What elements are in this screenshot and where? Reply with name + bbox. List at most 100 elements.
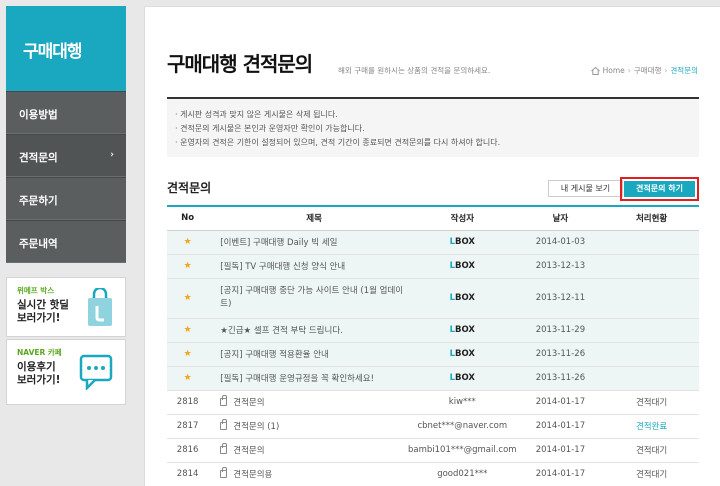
row-status (604, 366, 699, 391)
row-subject[interactable]: 견적문의 (208, 390, 408, 415)
row-status (604, 318, 699, 343)
table-row[interactable]: 2814 견적문의용 good021*** 2014-01-17 견적대기 (167, 462, 699, 486)
quote-table: No 제목 작성자 날자 처리현황 ★ [이벤트] 구매대행 Daily 빅 세… (167, 205, 699, 486)
row-subject[interactable]: [필독] 구매대행 운영규정을 꼭 확인하세요! (208, 366, 408, 391)
row-subject[interactable]: [필독] TV 구매대행 신청 양식 안내 (208, 254, 408, 279)
row-date: 2014-01-17 (516, 462, 605, 486)
sidebar-item-label: 주문내역 (19, 238, 58, 250)
home-icon (590, 66, 600, 75)
table-row[interactable]: 2817 견적문의 (1) cbnet***@naver.com 2014-01… (167, 414, 699, 439)
star-cell: ★ (167, 254, 209, 279)
lbox-logo: LBOX (449, 293, 475, 303)
pinned-row[interactable]: ★ [이벤트] 구매대행 Daily 빅 세일 LBOX 2014-01-03 (167, 230, 699, 255)
row-subject[interactable]: [공지] 구매대행 적용환율 안내 (208, 342, 408, 367)
sidebar-item-label: 견적문의 (19, 152, 58, 164)
banner-line: 보러가기! (17, 374, 61, 386)
shopping-bag-icon (88, 288, 112, 326)
row-date: 2014-01-03 (516, 230, 605, 255)
pinned-row[interactable]: ★ [필독] 구매대행 운영규정을 꼭 확인하세요! LBOX 2013-11-… (167, 366, 699, 391)
sidebar-item-order[interactable]: 주문하기 (6, 177, 126, 220)
row-status (604, 230, 699, 255)
sidebar-item-history[interactable]: 주문내역 (6, 220, 126, 263)
row-writer: LBOX (408, 278, 517, 319)
row-status: 견적대기 (604, 390, 699, 415)
breadcrumb-current: 견적문의 (670, 66, 698, 75)
pinned-row[interactable]: ★ [필독] TV 구매대행 신청 양식 안내 LBOX 2013-12-13 (167, 254, 699, 279)
lbox-logo: LBOX (449, 325, 475, 335)
row-subject[interactable]: ★긴급★ 셀프 견적 부탁 드립니다. (208, 318, 408, 343)
table-row[interactable]: 2818 견적문의 kiw*** 2014-01-17 견적대기 (167, 390, 699, 415)
breadcrumb-level1[interactable]: 구매대행 (634, 65, 662, 76)
ask-quote-button[interactable]: 견적문의 하기 (624, 181, 695, 197)
row-status (604, 342, 699, 367)
row-subject[interactable]: 견적문의 (208, 438, 408, 463)
lock-icon (220, 467, 228, 478)
breadcrumb-home[interactable]: Home (603, 66, 625, 75)
header-subject: 제목 (306, 214, 322, 225)
star-cell: ★ (167, 318, 209, 343)
row-writer: LBOX (408, 254, 517, 279)
row-subject[interactable]: 견적문의용 (208, 462, 408, 486)
row-subject[interactable]: [이벤트] 구매대행 Daily 빅 세일 (208, 230, 408, 255)
row-status: 견적대기 (604, 438, 699, 463)
star-cell: ★ (167, 230, 209, 255)
notice-line: · 운영자의 견적은 기한이 설정되어 있으며, 견적 기간이 종료되면 견적문… (175, 138, 501, 147)
row-date: 2013-11-29 (516, 318, 605, 343)
sidebar-item-quote[interactable]: 견적문의 › (6, 134, 126, 177)
ask-button-highlight: 견적문의 하기 (620, 177, 699, 201)
header-writer: 작성자 (450, 214, 475, 225)
sidebar: 구매대행 이용방법 견적문의 › 주문하기 주문내역 위메프 박스 실시간 핫딜 … (6, 6, 126, 405)
row-writer: LBOX (408, 230, 517, 255)
cafe-banner[interactable]: NAVER 카페 이용후기 보러가기! (6, 339, 126, 405)
row-subject[interactable]: 견적문의 (1) (208, 414, 408, 439)
banner-text: 이용후기 보러가기! (17, 361, 60, 387)
star-cell: ★ (167, 366, 209, 391)
pinned-row[interactable]: ★ [공지] 구매대행 중단 가능 사이트 안내 (1월 업데이트) LBOX … (167, 278, 699, 319)
row-date: 2013-12-11 (516, 278, 605, 319)
banner-tag: NAVER 카페 (17, 348, 62, 357)
header-no: No (181, 213, 195, 224)
lock-icon (220, 395, 228, 406)
notice-line: · 게시판 성격과 맞지 않은 게시물은 삭제 됩니다. (175, 110, 338, 119)
main-panel: 구매대행 견적문의 해외 구매를 원하시는 상품의 견적을 문의하세요. Hom… (144, 6, 720, 486)
row-writer: LBOX (408, 342, 517, 367)
table-header-row: No 제목 작성자 날자 처리현황 (167, 206, 699, 230)
row-date: 2014-01-17 (516, 414, 605, 439)
my-posts-button[interactable]: 내 게시물 보기 (548, 180, 623, 197)
row-writer: good021*** (408, 462, 517, 486)
banner-tag: 위메프 박스 (17, 286, 55, 295)
sidebar-title: 구매대행 (6, 6, 126, 91)
chevron-right-icon: › (110, 150, 114, 160)
notice-box: · 게시판 성격과 맞지 않은 게시물은 삭제 됩니다. · 견적문의 게시물은… (167, 99, 699, 157)
hotdeal-banner[interactable]: 위메프 박스 실시간 핫딜 보러가기! (6, 277, 126, 337)
sidebar-menu: 이용방법 견적문의 › 주문하기 주문내역 (6, 91, 126, 263)
row-status: 견적대기 (604, 462, 699, 486)
row-date: 2013-12-13 (516, 254, 605, 279)
lbox-logo: LBOX (449, 373, 475, 383)
banner-line: 이용후기 (17, 361, 56, 373)
table-row[interactable]: 2816 견적문의 bambi101***@gmail.com 2014-01-… (167, 438, 699, 463)
pinned-row[interactable]: ★ [공지] 구매대행 적용환율 안내 LBOX 2013-11-26 (167, 342, 699, 367)
page-title: 구매대행 견적문의 (167, 52, 313, 76)
header-status: 처리현황 (635, 214, 668, 225)
sidebar-item-guide[interactable]: 이용방법 (6, 91, 126, 134)
notice-line: · 견적문의 게시물은 본인과 운영자만 확인이 가능합니다. (175, 124, 365, 133)
row-date: 2014-01-17 (516, 390, 605, 415)
row-writer: LBOX (408, 318, 517, 343)
row-writer: bambi101***@gmail.com (408, 438, 517, 463)
sidebar-item-label: 주문하기 (19, 195, 58, 207)
star-icon: ★ (183, 325, 192, 335)
lbox-logo: LBOX (449, 237, 475, 247)
row-status (604, 278, 699, 319)
breadcrumb-separator: › (627, 66, 631, 75)
lock-icon (220, 443, 228, 454)
star-icon: ★ (183, 261, 192, 271)
row-no: 2817 (167, 414, 209, 439)
star-icon: ★ (183, 293, 192, 303)
lbox-logo: LBOX (449, 349, 475, 359)
row-writer: LBOX (408, 366, 517, 391)
banner-line: 보러가기! (17, 312, 61, 324)
pinned-row[interactable]: ★ ★긴급★ 셀프 견적 부탁 드립니다. LBOX 2013-11-29 (167, 318, 699, 343)
row-subject[interactable]: [공지] 구매대행 중단 가능 사이트 안내 (1월 업데이트) (208, 278, 408, 319)
row-no: 2816 (167, 438, 209, 463)
